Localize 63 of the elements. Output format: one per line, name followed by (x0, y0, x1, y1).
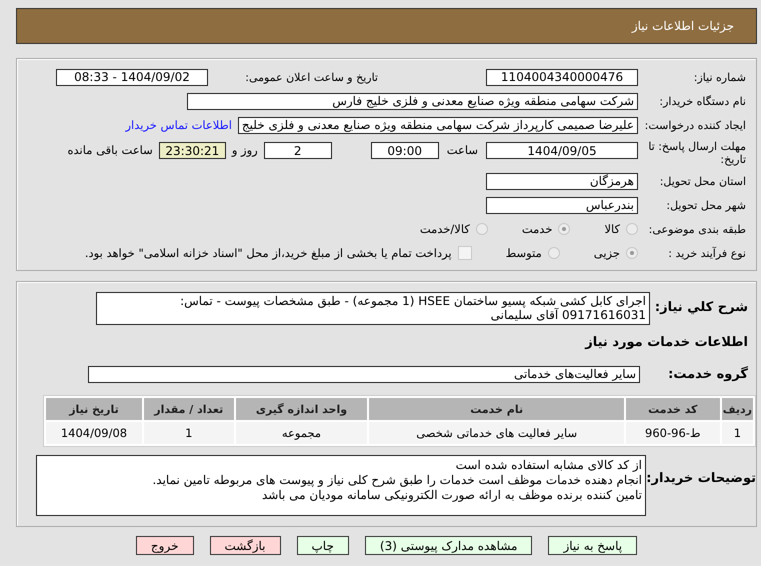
field-label: مهلت ارسال پاسخ: تا تاریخ: (647, 140, 746, 166)
city-field[interactable]: بندرعباس (486, 196, 638, 214)
radio-label: خدمت (522, 222, 552, 236)
field-label: شهر محل تحویل: (665, 198, 746, 212)
field-label: ایجاد کننده درخواست: (644, 118, 746, 132)
time-field[interactable]: 09:00 (370, 142, 439, 159)
field-label: شماره نیاز: (692, 70, 746, 84)
remaining-label: ساعت باقی مانده (68, 143, 153, 157)
remaining-time-field: 23:30:21 (158, 142, 226, 159)
description-textarea[interactable]: اجرای کابل کشی شبکه پسیو ساختمان HSEE (1 مجموعه) - طبق مشخصات پیوست - تماس: 09171616031 آقای سلیمانی (96, 292, 650, 325)
time-label: ساعت (446, 143, 478, 157)
section-heading: اطلاعات خدمات مورد نیاز (584, 334, 748, 350)
action-button[interactable]: بازگشت (210, 536, 280, 555)
radio-button[interactable] (476, 223, 488, 235)
radio-button[interactable] (626, 223, 638, 235)
buyer-notes-textarea[interactable]: از کد کالای مشابه استفاده شده است انجام دهنده خدمات موظف است خدمات را طبق شرح کلی نیاز و پیوست های مربوطه تامین نماید. تامین کننده برنده موظف به ارائه صورت الکترونیکی سامانه مودیان می باشد (36, 455, 646, 516)
field-label: نوع فرآیند خرید : (667, 246, 746, 260)
column-header: واحد اندازه گیری (236, 398, 368, 420)
action-button[interactable]: پاسخ به نیاز (548, 536, 638, 555)
radio-label: کالا (604, 222, 620, 236)
table-cell: سایر فعالیت های خدماتی شخصی (369, 422, 624, 444)
note-line: تامین کننده برنده موظف به ارائه صورت الکترونیکی سامانه مودیان می باشد (260, 488, 642, 503)
radio-label: جزیی (594, 246, 620, 260)
radio-label: متوسط (506, 246, 542, 260)
deadline-date-field[interactable]: 1404/09/05 (486, 142, 638, 159)
column-header: نام خدمت (369, 398, 624, 420)
days-field[interactable]: 2 (264, 142, 332, 159)
radio-button[interactable] (626, 247, 638, 259)
field-label: استان محل تحویل: (658, 174, 746, 188)
radio-label: کالا/خدمت (420, 222, 470, 236)
service-group-field[interactable]: سایر فعالیت‌های خدماتی (88, 366, 640, 382)
days-label: روز و (232, 143, 258, 157)
field-label: تاریخ و ساعت اعلان عمومی: (244, 70, 379, 84)
action-button[interactable]: مشاهده مدارک پیوستی (3) (364, 536, 532, 555)
contact-link[interactable]: اطلاعات تماس خریدار (125, 118, 232, 132)
checkbox-label: پرداخت تمام یا بخشی از مبلغ خرید،از محل "اسناد خزانه اسلامی" خواهد بود. (84, 246, 452, 260)
column-header: ردیف (722, 398, 753, 420)
need-number-field[interactable]: 1104004340000476 (486, 68, 638, 86)
field-label: گروه خدمت: (667, 366, 748, 382)
field-label: شرح کلي نياز: (654, 300, 748, 315)
checkbox[interactable] (458, 246, 472, 260)
action-button[interactable]: خروج (136, 536, 194, 555)
buyer-field[interactable]: شرکت سهامی منطقه ویژه صنایع معدنی و فلزی خلیج فارس (187, 92, 638, 110)
field-label: توضیحات خریدار: (646, 471, 756, 486)
table-cell: 1404/09/08 (46, 422, 142, 444)
table-cell: ط-96-960 (626, 422, 720, 444)
radio-button[interactable] (548, 247, 560, 259)
table-cell: 1 (722, 422, 753, 444)
announce-date-field[interactable]: 1404/09/02 - 08:33 (56, 68, 208, 86)
province-field[interactable]: هرمزگان (486, 172, 638, 190)
radio-button[interactable] (558, 223, 570, 235)
column-header: تاریخ نیاز (46, 398, 142, 420)
note-line: از کد کالای مشابه استفاده شده است (454, 458, 642, 473)
field-label: طبقه بندی موضوعی: (648, 222, 746, 236)
table-cell: مجموعه (236, 422, 368, 444)
column-header: کد خدمت (626, 398, 720, 420)
column-header: تعداد / مقدار (144, 398, 234, 420)
table-cell: 1 (144, 422, 234, 444)
field-label: نام دستگاه خریدار: (658, 94, 746, 108)
page-header: جزئیات اطلاعات نیاز (16, 8, 757, 44)
action-button[interactable]: چاپ (296, 536, 349, 555)
note-line: انجام دهنده خدمات موظف است خدمات را طبق شرح کلی نیاز و پیوست های مربوطه تامین نماید. (151, 473, 642, 488)
requester-field[interactable]: علیرضا صمیمی کارپرداز شرکت سهامی منطقه ویژه صنایع معدنی و فلزی خلیج (238, 116, 638, 134)
